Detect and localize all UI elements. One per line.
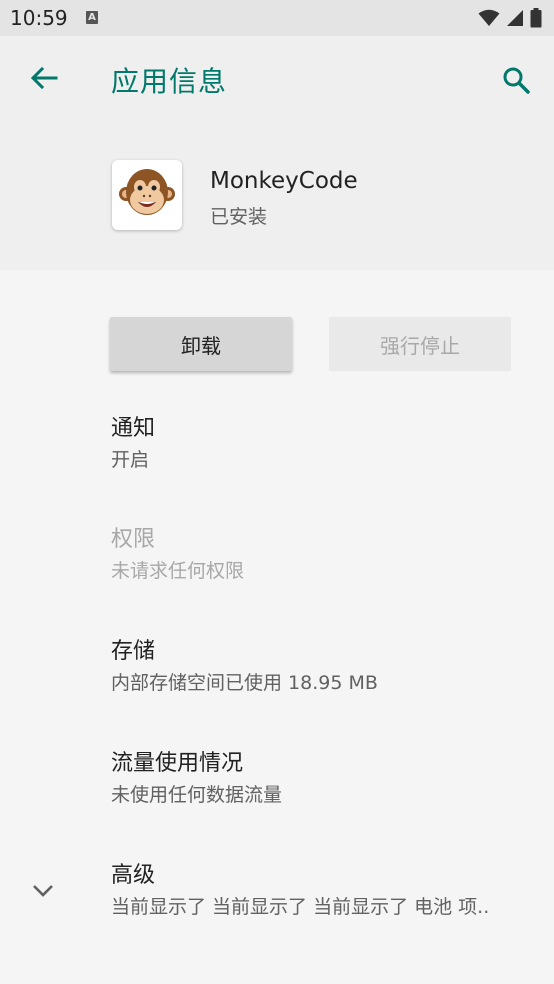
page-title: 应用信息	[111, 65, 228, 98]
pref-notifications[interactable]: 通知 开启	[111, 414, 155, 474]
pref-data-usage[interactable]: 流量使用情况 未使用任何数据流量	[111, 749, 282, 809]
wifi-icon	[478, 9, 500, 31]
pref-title: 高级	[111, 863, 156, 888]
battery-icon	[530, 8, 542, 32]
search-button[interactable]	[496, 62, 536, 102]
pref-permissions: 权限 未请求任何权限	[111, 525, 244, 585]
uninstall-button[interactable]: 卸载	[110, 317, 292, 371]
notification-icon: A	[86, 11, 98, 24]
signal-icon	[506, 9, 524, 31]
status-icons	[478, 8, 542, 32]
pref-storage[interactable]: 存储 内部存储空间已使用 18.95 MB	[111, 637, 378, 697]
pref-summary: 当前显示了 当前显示了 当前显示了 电池 项..	[111, 896, 490, 918]
pref-summary: 开启	[111, 449, 150, 471]
pref-summary: 未请求任何权限	[111, 560, 245, 582]
pref-summary: 未使用任何数据流量	[111, 784, 283, 806]
app-install-status: 已安装	[210, 206, 268, 228]
app-header: 应用信息 MonkeyCode 已安装	[0, 36, 554, 270]
arrow-left-icon	[30, 66, 58, 94]
pref-title: 存储	[111, 639, 156, 664]
force-stop-button: 强行停止	[329, 317, 511, 371]
status-time: 10:59	[10, 6, 68, 30]
app-name: MonkeyCode	[210, 168, 358, 194]
pref-summary: 内部存储空间已使用 18.95 MB	[111, 672, 378, 694]
back-button[interactable]	[24, 62, 64, 98]
pref-title: 权限	[111, 527, 156, 552]
app-icon	[112, 160, 182, 230]
search-icon	[502, 66, 530, 98]
monkey-face-icon	[118, 164, 176, 226]
pref-title: 通知	[111, 416, 156, 441]
pref-advanced[interactable]: 高级 当前显示了 当前显示了 当前显示了 电池 项..	[111, 861, 531, 921]
status-bar: 10:59 A	[0, 0, 554, 36]
pref-title: 流量使用情况	[111, 751, 244, 776]
chevron-down-icon[interactable]	[28, 876, 58, 906]
